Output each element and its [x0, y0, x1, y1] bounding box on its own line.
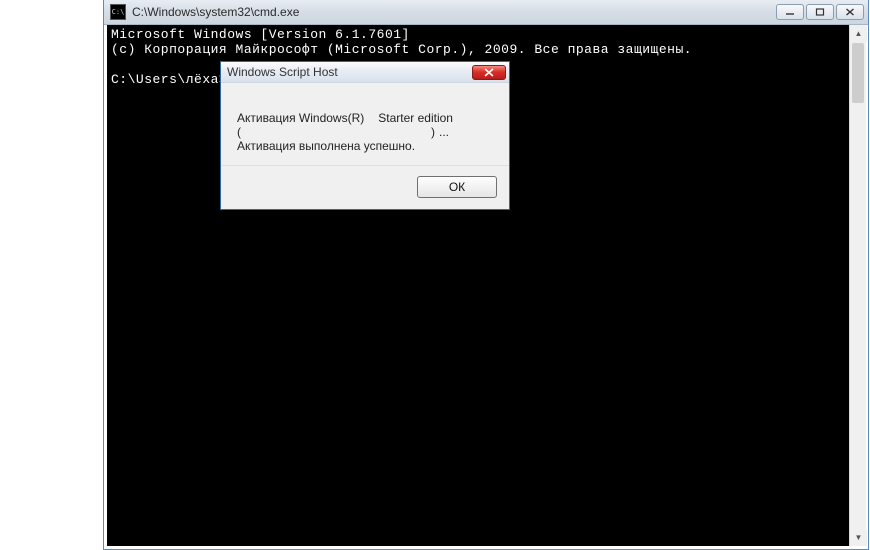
dialog-body: Активация Windows(R) Starter edition ()..…: [221, 83, 509, 165]
cmd-icon-label: C:\: [112, 9, 125, 16]
scrollbar-thumb[interactable]: [852, 43, 864, 103]
dialog-titlebar[interactable]: Windows Script Host: [221, 62, 509, 83]
scroll-down-icon[interactable]: ▼: [850, 529, 867, 546]
dialog-text: ...: [439, 125, 449, 139]
dialog-text: (: [237, 125, 241, 139]
close-icon: [483, 68, 495, 77]
dialog-title: Windows Script Host: [227, 65, 472, 79]
dialog-text: ): [431, 125, 435, 139]
dialog-text: Активация Windows(R): [237, 111, 364, 125]
window-title: C:\Windows\system32\cmd.exe: [132, 5, 776, 19]
dialog-text: Starter edition: [378, 111, 453, 125]
dialog-close-button[interactable]: [472, 65, 506, 80]
dialog-footer: ОК: [221, 165, 509, 209]
vertical-scrollbar[interactable]: ▲ ▼: [849, 25, 866, 546]
terminal-prompt: C:\Users\лёха>: [111, 72, 227, 87]
dialog-message-line: Активация Windows(R) Starter edition: [237, 111, 493, 125]
scroll-up-icon[interactable]: ▲: [850, 25, 867, 42]
ok-button-label: ОК: [449, 180, 465, 194]
titlebar[interactable]: C:\ C:\Windows\system32\cmd.exe: [104, 0, 868, 25]
minimize-button[interactable]: [776, 4, 804, 20]
close-button[interactable]: [836, 4, 864, 20]
script-host-dialog: Windows Script Host Активация Windows(R)…: [220, 61, 510, 210]
terminal-line: Microsoft Windows [Version 6.1.7601]: [111, 27, 410, 42]
cmd-icon: C:\: [110, 4, 126, 20]
terminal-line: (c) Корпорация Майкрософт (Microsoft Cor…: [111, 42, 692, 57]
dialog-message-line: Активация выполнена успешно.: [237, 139, 493, 153]
dialog-message-line: ()...: [237, 125, 493, 139]
ok-button[interactable]: ОК: [417, 176, 497, 198]
maximize-button[interactable]: [806, 4, 834, 20]
window-controls: [776, 4, 864, 20]
